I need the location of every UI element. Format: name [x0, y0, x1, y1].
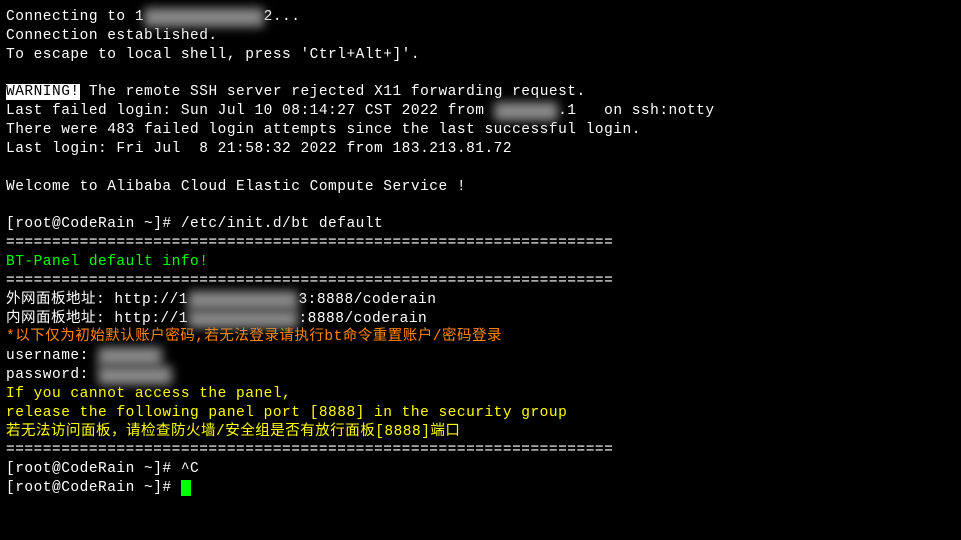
divider: ========================================…: [6, 272, 955, 291]
init-hint: *以下仅为初始默认账户密码,若无法登录请执行bt命令重置账户/密码登录: [6, 328, 955, 347]
external-panel-url: 外网面板地址: http://1XX.XXX.XX.XX3:8888/coder…: [6, 291, 955, 310]
access-hint: If you cannot access the panel,: [6, 385, 955, 404]
failed-attempts: There were 483 failed login attempts sin…: [6, 121, 955, 140]
cursor: [181, 480, 191, 496]
prompt-prefix: [root@CodeRain ~]#: [6, 216, 181, 232]
connecting-line: Connecting to 1XX.XXX.XXX.XX2...: [6, 8, 955, 27]
blank-line: [6, 196, 955, 215]
prompt-line[interactable]: [root@CodeRain ~]# ^C: [6, 460, 955, 479]
redacted-ip: XXX.XXX: [494, 102, 558, 121]
redacted-ip: XX.XXX.XXX.XX: [144, 8, 264, 27]
access-hint: release the following panel port [8888] …: [6, 404, 955, 423]
redacted-password: XXXXXXXX: [98, 366, 172, 385]
panel-title: BT-Panel default info!: [6, 253, 955, 272]
prompt-prefix: [root@CodeRain ~]#: [6, 461, 181, 477]
warning-line: WARNING! The remote SSH server rejected …: [6, 83, 955, 102]
warning-label: WARNING!: [6, 84, 80, 100]
prompt-line[interactable]: [root@CodeRain ~]#: [6, 479, 955, 498]
command: ^C: [181, 461, 199, 477]
last-failed-login: Last failed login: Sun Jul 10 08:14:27 C…: [6, 102, 955, 121]
access-hint-cn: 若无法访问面板，请检查防火墙/安全组是否有放行面板[8888]端口: [6, 423, 955, 442]
redacted-username: XXXXXXX: [98, 347, 162, 366]
escape-hint: To escape to local shell, press 'Ctrl+Al…: [6, 46, 955, 65]
prompt-prefix: [root@CodeRain ~]#: [6, 480, 181, 496]
welcome-message: Welcome to Alibaba Cloud Elastic Compute…: [6, 178, 955, 197]
redacted-ip: XX.XXX.XX.XX: [188, 291, 298, 310]
divider: ========================================…: [6, 441, 955, 460]
last-login: Last login: Fri Jul 8 21:58:32 2022 from…: [6, 140, 955, 159]
connection-established: Connection established.: [6, 27, 955, 46]
internal-panel-url: 内网面板地址: http://1XX.XX.XXX.XX:8888/codera…: [6, 310, 955, 329]
username-line: username: XXXXXXX: [6, 347, 955, 366]
prompt-line[interactable]: [root@CodeRain ~]# /etc/init.d/bt defaul…: [6, 215, 955, 234]
blank-line: [6, 159, 955, 178]
command: /etc/init.d/bt default: [181, 216, 383, 232]
redacted-ip: XX.XX.XXX.XX: [188, 310, 298, 329]
password-line: password: XXXXXXXX: [6, 366, 955, 385]
blank-line: [6, 65, 955, 84]
divider: ========================================…: [6, 234, 955, 253]
